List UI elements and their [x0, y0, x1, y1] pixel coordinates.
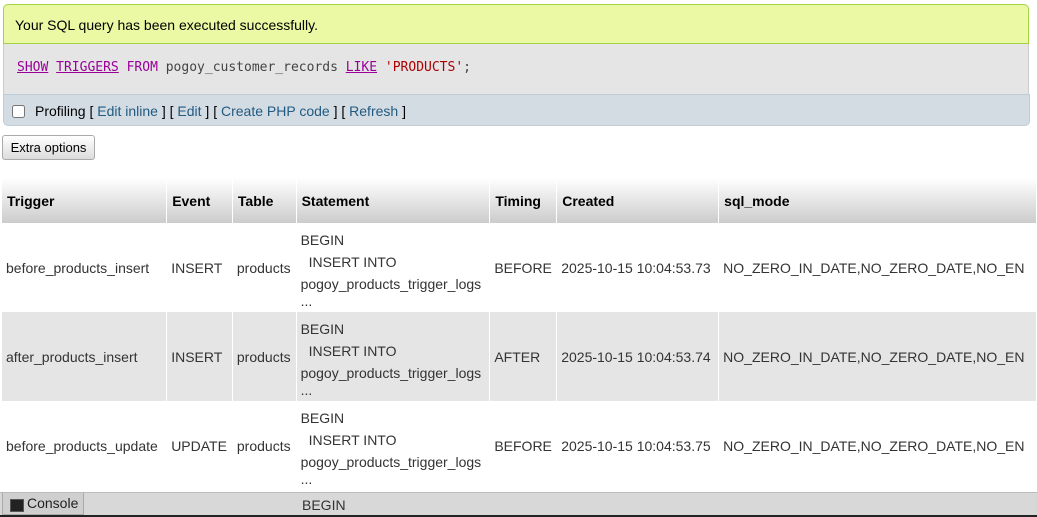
console-icon [10, 499, 24, 512]
table-row: before_products_insert INSERT products B… [2, 223, 1037, 312]
next-row-statement-partial: BEGIN [302, 497, 346, 513]
cell-event: INSERT [166, 223, 233, 312]
statement-line: INSERT INTO [308, 253, 397, 270]
statement-line: pogoy_products_trigger_logs [300, 453, 482, 470]
statement-line: INSERT INTO [308, 431, 397, 448]
cell-statement: BEGIN INSERT INTO pogoy_products_trigger… [296, 223, 491, 312]
refresh-link[interactable]: Refresh [349, 103, 398, 119]
statement-line: BEGIN [300, 409, 345, 426]
sql-database-name: pogoy_customer_records [165, 60, 338, 75]
cell-created: 2025-10-15 10:04:53.73 [556, 223, 720, 312]
cell-created: 2025-10-15 10:04:53.74 [556, 312, 720, 401]
statement-ellipsis: ... [300, 381, 313, 398]
sql-query-display: SHOW TRIGGERS FROM pogoy_customer_record… [3, 44, 1029, 94]
sql-terminator: ; [463, 60, 471, 75]
sql-pattern: 'PRODUCTS' [384, 60, 464, 75]
table-row: after_products_insert INSERT products BE… [2, 312, 1037, 401]
edit-inline-link[interactable]: Edit inline [97, 103, 158, 119]
cell-timing: BEFORE [489, 401, 558, 490]
cell-timing: BEFORE [489, 223, 558, 312]
statement-line: INSERT INTO [308, 342, 397, 359]
statement-ellipsis: ... [300, 292, 313, 309]
query-tools-bar: Profiling [ Edit inline ] [ Edit ] [ Cre… [3, 94, 1030, 126]
cell-trigger: after_products_insert [2, 312, 168, 401]
cell-trigger: before_products_insert [2, 223, 168, 312]
cell-table: products [232, 223, 297, 312]
statement-line: pogoy_products_trigger_logs [300, 364, 482, 381]
cell-table: products [232, 401, 297, 490]
column-header-trigger[interactable]: Trigger [2, 178, 168, 223]
sql-keyword-triggers[interactable]: TRIGGERS [56, 60, 119, 75]
create-php-code-link[interactable]: Create PHP code [221, 103, 330, 119]
column-header-created[interactable]: Created [556, 178, 720, 223]
results-table: Trigger Event Table Statement Timing Cre… [2, 178, 1037, 490]
console-toggle[interactable]: Console [2, 493, 84, 515]
column-header-sql-mode[interactable]: sql_mode [718, 178, 1037, 223]
column-header-timing[interactable]: Timing [489, 178, 558, 223]
edit-link[interactable]: Edit [177, 103, 201, 119]
cell-sql-mode: NO_ZERO_IN_DATE,NO_ZERO_DATE,NO_EN [718, 312, 1037, 401]
cell-trigger: before_products_update [2, 401, 168, 490]
table-header-row: Trigger Event Table Statement Timing Cre… [2, 178, 1037, 223]
cell-sql-mode: NO_ZERO_IN_DATE,NO_ZERO_DATE,NO_EN [718, 223, 1037, 312]
sql-keyword-like[interactable]: LIKE [346, 60, 377, 75]
console-label: Console [27, 495, 79, 511]
statement-line: pogoy_products_trigger_logs [300, 275, 482, 292]
statement-ellipsis: ... [300, 470, 313, 487]
profiling-checkbox[interactable] [12, 105, 25, 118]
profiling-label: Profiling [35, 103, 86, 119]
cell-timing: AFTER [489, 312, 558, 401]
cell-statement: BEGIN INSERT INTO pogoy_products_trigger… [296, 401, 491, 490]
cell-sql-mode: NO_ZERO_IN_DATE,NO_ZERO_DATE,NO_EN [718, 401, 1037, 490]
cell-statement: BEGIN INSERT INTO pogoy_products_trigger… [296, 312, 491, 401]
success-message: Your SQL query has been executed success… [3, 4, 1029, 44]
statement-line: BEGIN [300, 231, 345, 248]
cell-event: UPDATE [166, 401, 233, 490]
extra-options-button[interactable]: Extra options [2, 135, 95, 160]
success-text: Your SQL query has been executed success… [15, 17, 318, 33]
cell-created: 2025-10-15 10:04:53.75 [556, 401, 720, 490]
console-bar: Console BEGIN [0, 492, 1037, 517]
sql-keyword-show[interactable]: SHOW [17, 60, 48, 75]
cell-event: INSERT [166, 312, 233, 401]
sql-keyword-from: FROM [126, 60, 158, 75]
column-header-table[interactable]: Table [232, 178, 297, 223]
statement-line: BEGIN [300, 320, 345, 337]
column-header-statement[interactable]: Statement [296, 178, 491, 223]
table-row: before_products_update UPDATE products B… [2, 401, 1037, 490]
cell-table: products [232, 312, 297, 401]
column-header-event[interactable]: Event [166, 178, 233, 223]
